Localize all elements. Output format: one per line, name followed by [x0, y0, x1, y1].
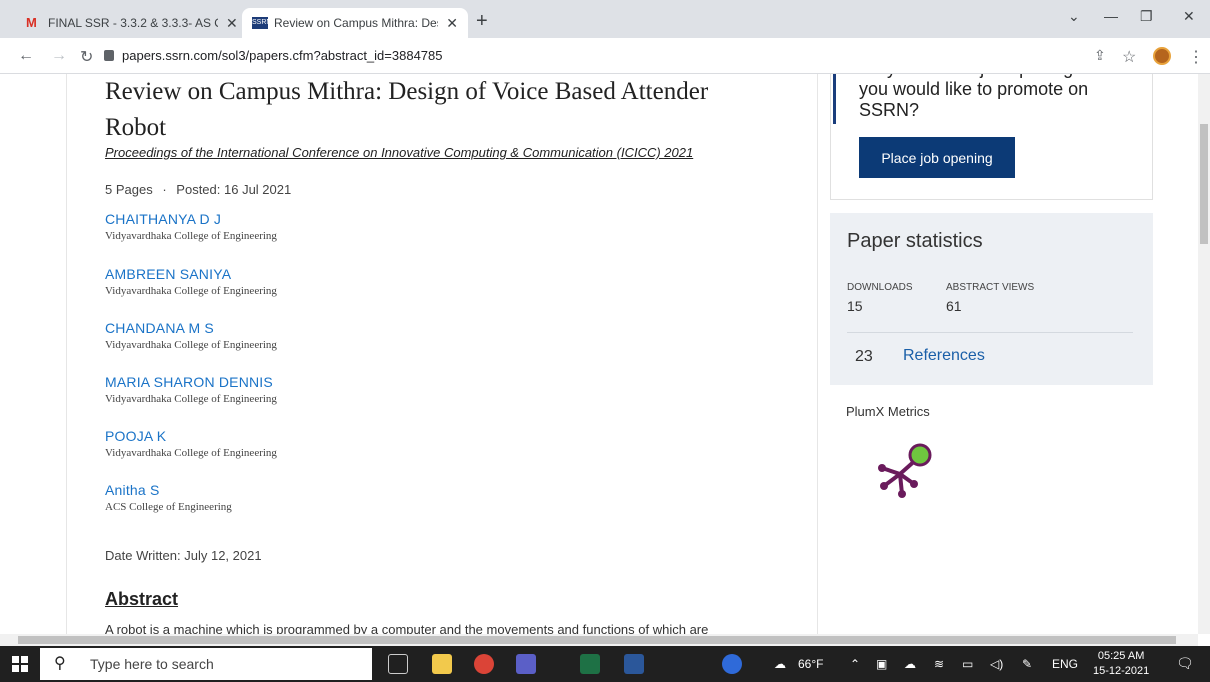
address-bar[interactable]: papers.ssrn.com/sol3/papers.cfm?abstract…: [104, 44, 1164, 68]
windows-start-icon[interactable]: [12, 656, 28, 672]
volume-icon[interactable]: ◁): [990, 657, 1003, 671]
author-name-link[interactable]: POOJA K: [105, 428, 277, 444]
author-name-link[interactable]: AMBREEN SANIYA: [105, 266, 277, 282]
help-icon[interactable]: [722, 654, 742, 674]
url-text: papers.ssrn.com/sol3/papers.cfm?abstract…: [122, 48, 443, 63]
author-name-link[interactable]: Anitha S: [105, 482, 232, 498]
bookmark-star-icon[interactable]: ☆: [1122, 47, 1136, 67]
onedrive-icon[interactable]: ☁: [904, 657, 916, 671]
minimize-button[interactable]: —: [1104, 8, 1118, 24]
weather-temp[interactable]: 66°F: [798, 657, 823, 671]
clock-time: 05:25 AM: [1097, 650, 1145, 662]
journal-link[interactable]: Proceedings of the International Confere…: [105, 145, 693, 160]
lock-icon[interactable]: [104, 50, 114, 61]
restore-button[interactable]: ❐: [1140, 8, 1153, 25]
author-name-link[interactable]: MARIA SHARON DENNIS: [105, 374, 277, 390]
downloads-value: 15: [847, 298, 863, 314]
plumx-label: PlumX Metrics: [846, 404, 930, 419]
date-written: Date Written: July 12, 2021: [105, 548, 262, 563]
language-indicator[interactable]: ENG: [1052, 657, 1078, 671]
clock-date: 15-12-2021: [1093, 665, 1150, 677]
vertical-scroll-thumb[interactable]: [1200, 124, 1208, 244]
horizontal-scrollbar[interactable]: [0, 634, 1198, 646]
author-affiliation: Vidyavardhaka College of Engineering: [105, 447, 277, 459]
search-placeholder: Type here to search: [90, 656, 214, 672]
author-entry: CHAITHANYA D J Vidyavardhaka College of …: [105, 211, 277, 242]
page-viewport: Review on Campus Mithra: Design of Voice…: [0, 74, 1198, 634]
tab-title: Review on Campus Mithra: Desig: [274, 16, 439, 30]
author-entry: AMBREEN SANIYA Vidyavardhaka College of …: [105, 266, 277, 297]
author-entry: CHANDANA M S Vidyavardhaka College of En…: [105, 320, 277, 351]
teams-icon[interactable]: [516, 654, 536, 674]
author-affiliation: Vidyavardhaka College of Engineering: [105, 393, 277, 405]
author-affiliation: Vidyavardhaka College of Engineering: [105, 339, 277, 351]
author-name-link[interactable]: CHAITHANYA D J: [105, 211, 277, 227]
divider: [847, 332, 1133, 333]
menu-kebab-icon[interactable]: ⋮: [1188, 47, 1204, 67]
job-promo-text: Do you have a job opening that you would…: [859, 74, 1108, 120]
abstract-views-value: 61: [946, 298, 962, 314]
close-tab-icon[interactable]: ✕: [446, 15, 458, 32]
share-icon[interactable]: ⇪: [1094, 47, 1106, 64]
tab-title: FINAL SSR - 3.3.2 & 3.3.3- AS ON: [48, 16, 218, 30]
paper-meta: 5 Pages · Posted: 16 Jul 2021: [105, 182, 291, 197]
pen-icon[interactable]: ✎: [1022, 657, 1032, 671]
system-clock[interactable]: 05:25 AM 15-12-2021: [1093, 649, 1149, 679]
task-view-icon[interactable]: [388, 654, 408, 674]
battery-icon[interactable]: ▭: [962, 657, 973, 671]
windows-taskbar: ⚲ Type here to search ☁ 66°F ⌃ ▣ ☁ ≋ ▭ ◁…: [0, 646, 1210, 682]
browser-toolbar: ← → ↻ papers.ssrn.com/sol3/papers.cfm?ab…: [0, 38, 1210, 74]
browser-tab-strip: M FINAL SSR - 3.3.2 & 3.3.3- AS ON ✕ SSR…: [0, 0, 1210, 38]
paper-title: Review on Campus Mithra: Design of Voice…: [105, 78, 709, 141]
author-name-link[interactable]: CHANDANA M S: [105, 320, 277, 336]
profile-avatar[interactable]: [1153, 47, 1171, 65]
references-link[interactable]: References: [903, 347, 985, 365]
abstract-views-label: ABSTRACT VIEWS: [946, 282, 1035, 293]
tab-search-chevron-icon[interactable]: ⌄: [1068, 8, 1080, 25]
author-entry: Anitha S ACS College of Engineering: [105, 482, 232, 513]
downloads-label: DOWNLOADS: [847, 282, 913, 293]
browser-tab-gmail[interactable]: M FINAL SSR - 3.3.2 & 3.3.3- AS ON ✕: [16, 8, 248, 38]
horizontal-scroll-thumb[interactable]: [18, 636, 1176, 644]
vertical-scrollbar[interactable]: [1198, 74, 1210, 634]
accent-bar: [833, 74, 836, 124]
job-promo-box: Do you have a job opening that you would…: [830, 74, 1153, 200]
taskbar-search-box[interactable]: ⚲ Type here to search: [40, 648, 372, 680]
place-job-opening-button[interactable]: Place job opening: [859, 137, 1015, 178]
new-tab-button[interactable]: +: [476, 10, 488, 33]
weather-cloud-icon[interactable]: ☁: [774, 657, 786, 671]
forward-arrow-icon[interactable]: →: [51, 47, 67, 65]
paper-statistics-panel: Paper statistics DOWNLOADS 15 ABSTRACT V…: [830, 213, 1153, 385]
close-tab-icon[interactable]: ✕: [226, 15, 238, 32]
abstract-heading: Abstract: [105, 589, 179, 609]
word-icon[interactable]: [624, 654, 644, 674]
search-icon: ⚲: [54, 655, 66, 672]
author-affiliation: ACS College of Engineering: [105, 501, 232, 513]
abstract-text: A robot is a machine which is programmed…: [105, 622, 709, 634]
notification-icon[interactable]: 🗨: [1176, 655, 1194, 672]
meta-separator: ·: [162, 182, 167, 197]
ssrn-icon: SSRN: [252, 17, 271, 29]
author-affiliation: Vidyavardhaka College of Engineering: [105, 230, 277, 242]
main-content: Review on Campus Mithra: Design of Voice…: [66, 74, 818, 634]
posted-date: Posted: 16 Jul 2021: [176, 182, 292, 197]
author-entry: MARIA SHARON DENNIS Vidyavardhaka Colleg…: [105, 374, 277, 405]
browser-tab-ssrn[interactable]: SSRN Review on Campus Mithra: Desig ✕: [242, 8, 468, 38]
page-count: 5 Pages: [105, 182, 153, 197]
excel-icon[interactable]: [580, 654, 600, 674]
close-window-button[interactable]: ✕: [1183, 8, 1195, 25]
chrome-icon[interactable]: [474, 654, 494, 674]
references-count: 23: [855, 348, 873, 365]
gmail-icon: M: [26, 15, 37, 30]
tray-app-icon[interactable]: ▣: [876, 657, 887, 671]
tray-chevron-icon[interactable]: ⌃: [850, 657, 860, 671]
reload-icon[interactable]: ↻: [80, 47, 93, 67]
wifi-icon[interactable]: ≋: [934, 657, 944, 671]
author-affiliation: Vidyavardhaka College of Engineering: [105, 285, 277, 297]
back-arrow-icon[interactable]: ←: [18, 47, 34, 65]
stats-title: Paper statistics: [847, 230, 983, 252]
plumx-icon[interactable]: [872, 440, 936, 504]
file-explorer-icon[interactable]: [432, 654, 452, 674]
author-entry: POOJA K Vidyavardhaka College of Enginee…: [105, 428, 277, 459]
